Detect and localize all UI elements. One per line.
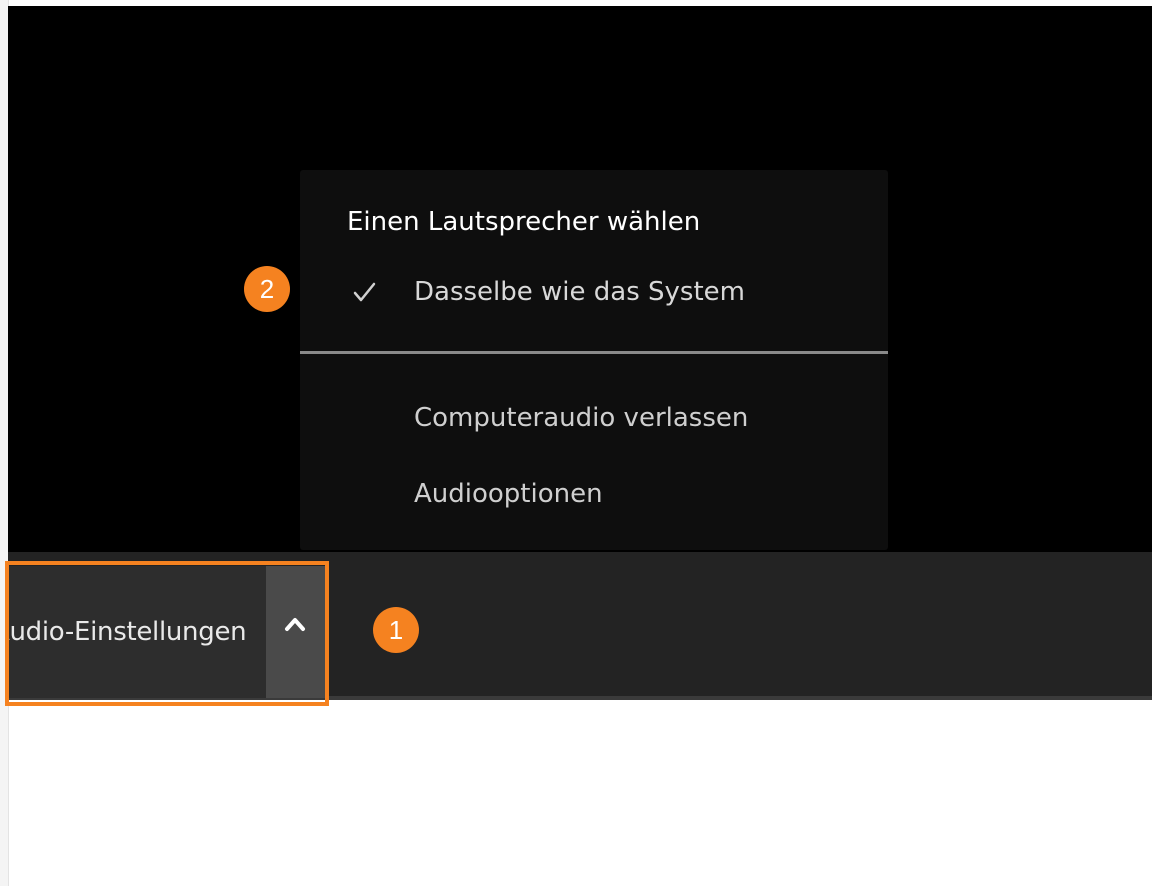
menu-item-label: Dasselbe wie das System <box>414 277 745 307</box>
audio-settings-label: Audio-Einstellungen <box>8 617 247 647</box>
annotation-badge-2: 2 <box>244 266 290 312</box>
menu-header: Einen Lautsprecher wählen <box>347 207 701 237</box>
chevron-up-icon <box>285 618 305 631</box>
menu-item-same-as-system[interactable]: Dasselbe wie das System <box>300 264 888 320</box>
audio-settings-button[interactable]: Audio-Einstellungen <box>8 566 266 698</box>
menu-item-audio-options[interactable]: Audiooptionen <box>300 466 888 522</box>
menu-item-leave-computer-audio[interactable]: Computeraudio verlassen <box>300 390 888 446</box>
audio-menu-caret-button[interactable] <box>266 566 326 698</box>
menu-item-label: Audiooptionen <box>414 479 603 509</box>
annotation-badge-1: 1 <box>373 607 419 653</box>
menu-item-label: Computeraudio verlassen <box>414 403 749 433</box>
checkmark-icon <box>353 282 376 302</box>
menu-divider <box>300 351 888 354</box>
speaker-select-menu: Einen Lautsprecher wählen Dasselbe wie d… <box>300 170 888 550</box>
